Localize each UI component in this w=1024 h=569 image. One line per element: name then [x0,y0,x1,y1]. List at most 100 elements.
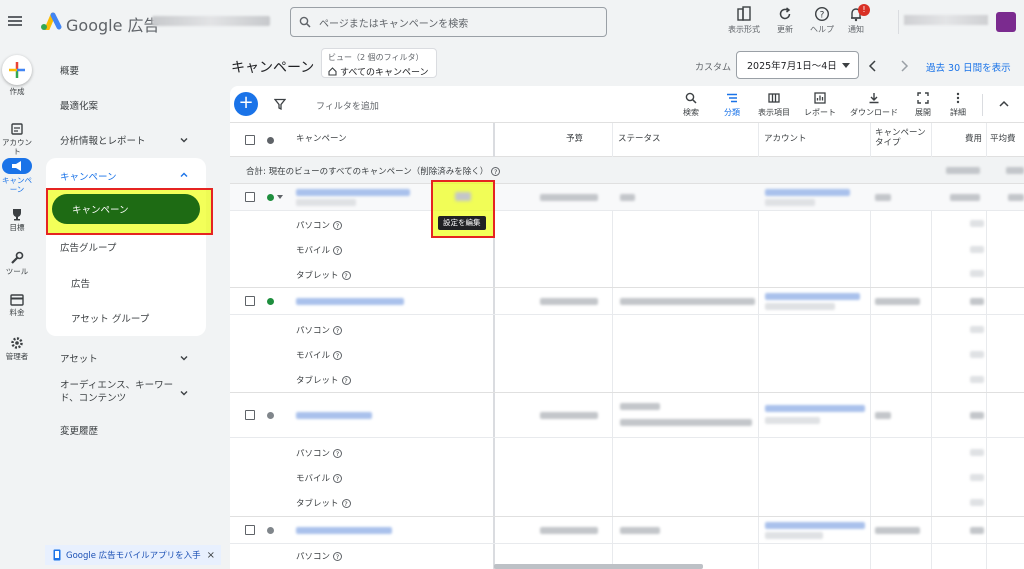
help-icon[interactable]: ? [341,376,351,385]
chevron-right-icon[interactable] [899,60,909,72]
row-checkbox[interactable] [245,192,255,202]
account-name-blurred[interactable] [152,16,270,26]
add-filter-input[interactable]: フィルタを追加 [316,99,379,112]
blurred-value [875,527,920,534]
segment-icon [727,93,737,103]
status-paused-dot[interactable] [267,527,274,534]
status-dropdown-icon[interactable] [277,195,283,200]
mobile-app-promo[interactable]: Google 広告モバイルアプリを入手 × [45,545,221,565]
help-icon[interactable]: ? [333,552,343,561]
help-icon[interactable]: ? [333,221,343,230]
view-filter-chip[interactable]: ビュー（2 個のフィルタ） すべてのキャンペーン [321,48,437,78]
help-icon[interactable]: ? [333,326,343,335]
rail-campaign[interactable]: キャンペーン [0,158,34,194]
notifications-button[interactable]: 通知 ! [836,4,876,35]
status-paused-dot[interactable] [267,412,274,419]
tool-search-label: 検索 [683,108,699,117]
row-checkbox[interactable] [245,410,255,420]
col-campaign-type[interactable]: キャンペーン タイプ [875,128,930,148]
device-row-pc: パソコン? [296,324,343,336]
tool-download[interactable]: ダウンロード [850,92,898,118]
row-checkbox[interactable] [245,296,255,306]
col-status[interactable]: ステータス [618,134,661,144]
refresh-button[interactable]: 更新 [765,4,805,35]
tool-reports[interactable]: レポート [804,92,836,118]
rail-billing[interactable]: 料金 [0,294,34,317]
chevron-left-icon[interactable] [868,60,878,72]
col-account[interactable]: アカウント [764,134,807,144]
add-campaign-button[interactable]: + [234,92,258,116]
chevron-down-icon[interactable] [179,353,189,363]
col-campaign[interactable]: キャンペーン [296,134,347,144]
tool-more[interactable]: 詳細 [950,92,966,118]
nav-asset-groups[interactable]: アセット グループ [71,311,149,325]
help-icon[interactable]: ? [333,351,343,360]
nav-campaigns-active[interactable]: キャンペーン [52,194,200,224]
nav-ad-groups[interactable]: 広告グループ [60,240,116,254]
nav-optimization[interactable]: 最適化案 [60,98,98,112]
date-range-value: 2025年7月1日〜4日 [747,61,837,72]
help-icon[interactable]: ? [333,474,343,483]
blurred-value [540,298,598,305]
blurred-value [970,298,984,305]
svg-text:?: ? [820,11,825,21]
campaign-name-blurred[interactable] [296,412,372,419]
help-icon[interactable]: ? [333,246,343,255]
rail-account[interactable]: アカウント [0,122,34,156]
table-row[interactable] [230,288,1024,315]
rail-create[interactable]: 作成 [0,55,34,96]
nav-overview[interactable]: 概要 [60,63,79,77]
rail-goals[interactable]: 目標 [0,207,34,232]
menu-icon[interactable] [8,14,22,28]
appearance-button[interactable]: 表示形式 [724,4,764,35]
chevron-down-icon[interactable] [179,135,189,145]
nav-insights[interactable]: 分析情報とレポート [60,133,146,147]
avatar[interactable] [996,12,1016,32]
help-icon[interactable]: ? [341,499,351,508]
horizontal-scrollbar[interactable] [494,564,703,569]
nav-campaigns-group[interactable]: キャンペーン [60,169,117,183]
edit-settings-icon-blurred[interactable] [455,192,471,201]
nav-ads[interactable]: 広告 [71,276,90,290]
user-email-blurred[interactable] [904,15,988,25]
table-row[interactable] [230,517,1024,544]
nav-change-history[interactable]: 変更履歴 [60,423,98,437]
tool-segment[interactable]: 分類 [724,92,740,118]
close-icon[interactable]: × [207,550,215,561]
create-button[interactable] [2,55,32,85]
campaign-name-blurred[interactable] [296,527,392,534]
help-icon[interactable]: ? [341,271,351,280]
col-budget[interactable]: 予算 [566,134,583,144]
tool-expand[interactable]: 展開 [915,92,931,118]
table-row[interactable] [230,393,1024,438]
chevron-up-icon[interactable] [179,170,189,180]
row-checkbox[interactable] [245,525,255,535]
chevron-up-icon[interactable] [998,98,1010,110]
blurred-value [540,527,598,534]
tool-columns[interactable]: 表示項目 [758,92,790,118]
filter-icon[interactable] [274,98,286,110]
tool-search[interactable]: 検索 [683,92,699,118]
help-icon[interactable]: ? [491,167,501,176]
table-row[interactable] [230,184,1024,211]
nav-assets[interactable]: アセット [60,351,98,365]
rail-admin[interactable]: 管理者 [0,336,34,361]
status-enabled-dot[interactable] [267,298,274,305]
date-range-picker[interactable]: 2025年7月1日〜4日 [736,51,859,79]
expand-icon [917,92,929,104]
status-enabled-dot[interactable] [267,194,274,201]
campaign-name-blurred[interactable] [296,298,404,305]
show-last-30-days-link[interactable]: 過去 30 日間を表示 [926,60,1011,74]
notification-badge: ! [858,4,870,16]
search-box[interactable]: ページまたはキャンペーンを検索 [290,7,607,37]
rail-tools[interactable]: ツール [0,251,34,276]
col-avg[interactable]: 平均費 [990,134,1016,144]
chevron-down-icon[interactable] [179,388,189,398]
campaign-name-blurred[interactable] [296,189,410,196]
device-row-pc: パソコン? [296,550,343,562]
blurred-value [875,298,920,305]
nav-audiences[interactable]: オーディエンス、キーワード、コンテンツ [60,379,175,405]
help-icon[interactable]: ? [333,449,343,458]
col-cost[interactable]: 費用 [965,134,982,144]
select-all-checkbox[interactable] [245,135,255,145]
